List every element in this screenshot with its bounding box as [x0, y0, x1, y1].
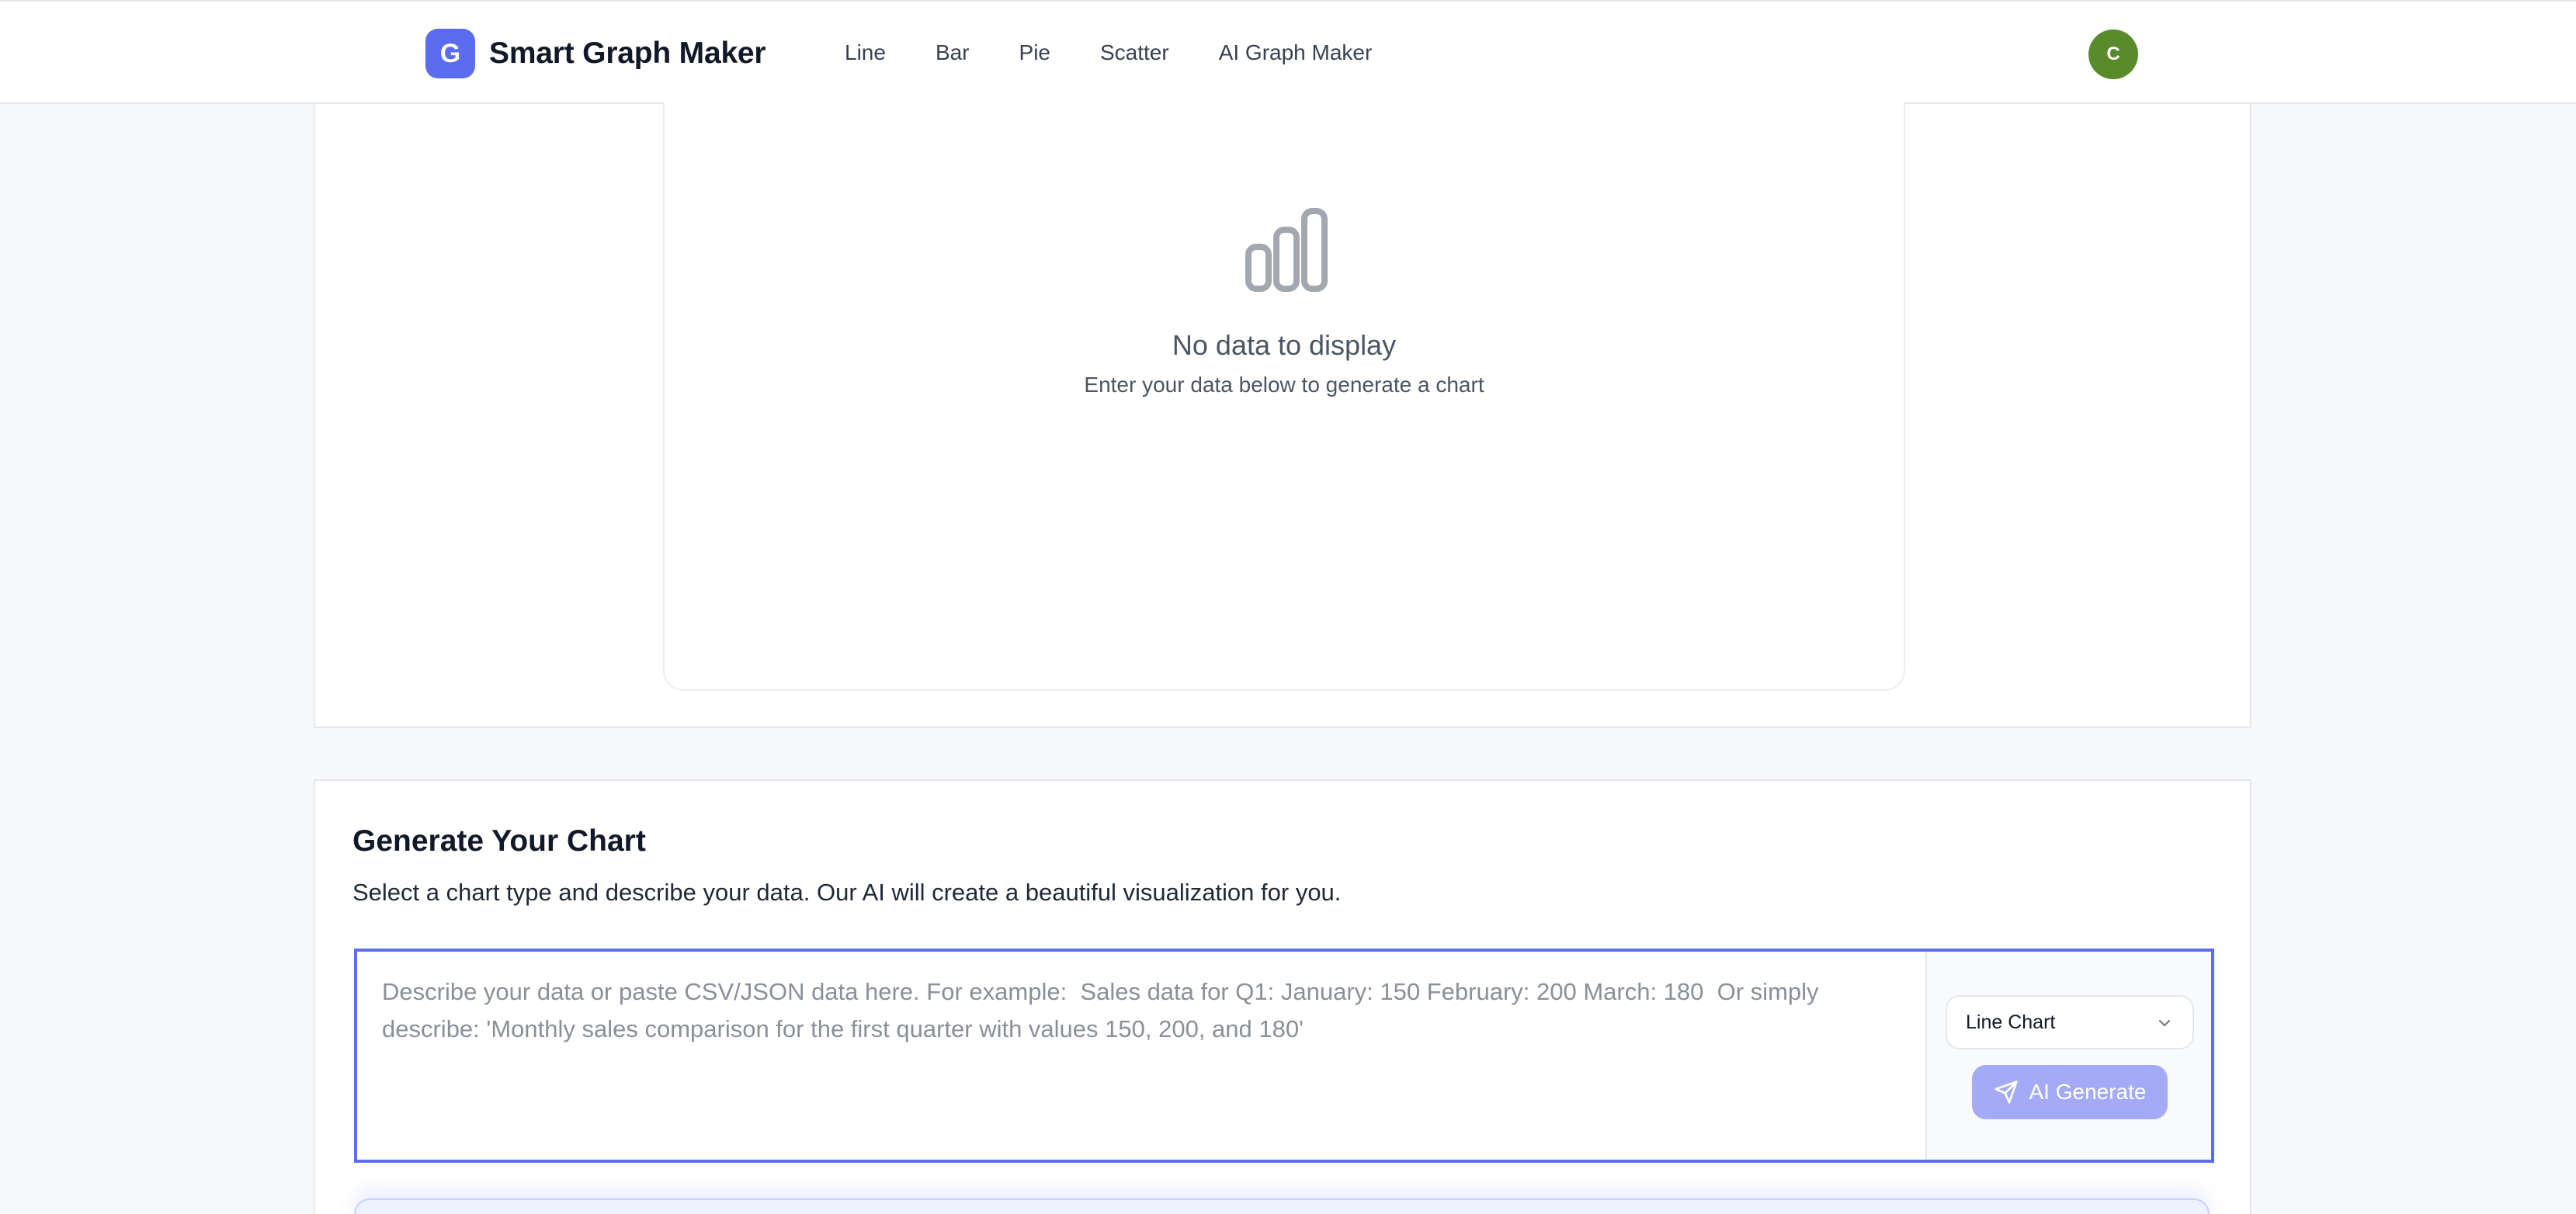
generate-section: Generate Your Chart Select a chart type …: [314, 779, 2251, 1214]
chart-type-select[interactable]: Line Chart: [1946, 995, 2194, 1049]
user-avatar[interactable]: C: [2088, 29, 2138, 79]
empty-state-subtitle: Enter your data below to generate a char…: [1084, 373, 1484, 397]
nav-line[interactable]: Line: [845, 40, 886, 65]
ai-generate-button[interactable]: AI Generate: [1972, 1065, 2168, 1119]
brand-name: Smart Graph Maker: [489, 36, 766, 70]
composer-controls: Line Chart AI Generate: [1925, 952, 2211, 1160]
nav-ai-graph-maker[interactable]: AI Graph Maker: [1219, 40, 1373, 65]
chart-preview-card: No data to display Enter your data below…: [663, 102, 1905, 691]
bar-chart-icon: [1245, 208, 1328, 292]
nav-pie[interactable]: Pie: [1019, 40, 1050, 65]
empty-state-title: No data to display: [1172, 329, 1397, 361]
nav-bar[interactable]: Bar: [936, 40, 970, 65]
top-navigation-bar: G Smart Graph Maker Line Bar Pie Scatter…: [0, 0, 2576, 104]
logo-badge: G: [425, 29, 475, 78]
nav-scatter[interactable]: Scatter: [1100, 40, 1169, 65]
chart-type-selected: Line Chart: [1966, 1011, 2056, 1033]
chart-section: No data to display Enter your data below…: [314, 102, 2251, 728]
send-icon: [1994, 1080, 2018, 1104]
generate-description: Select a chart type and describe your da…: [352, 879, 1342, 906]
brand[interactable]: G Smart Graph Maker: [425, 28, 766, 79]
data-description-input[interactable]: [357, 952, 1925, 1160]
ai-generate-label: AI Generate: [2029, 1080, 2147, 1104]
generate-title: Generate Your Chart: [352, 824, 646, 858]
chevron-down-icon: [2159, 1020, 2170, 1026]
main-nav: Line Bar Pie Scatter AI Graph Maker: [845, 37, 1422, 68]
next-card-edge: [354, 1198, 2210, 1214]
data-composer: Line Chart AI Generate: [354, 949, 2214, 1163]
